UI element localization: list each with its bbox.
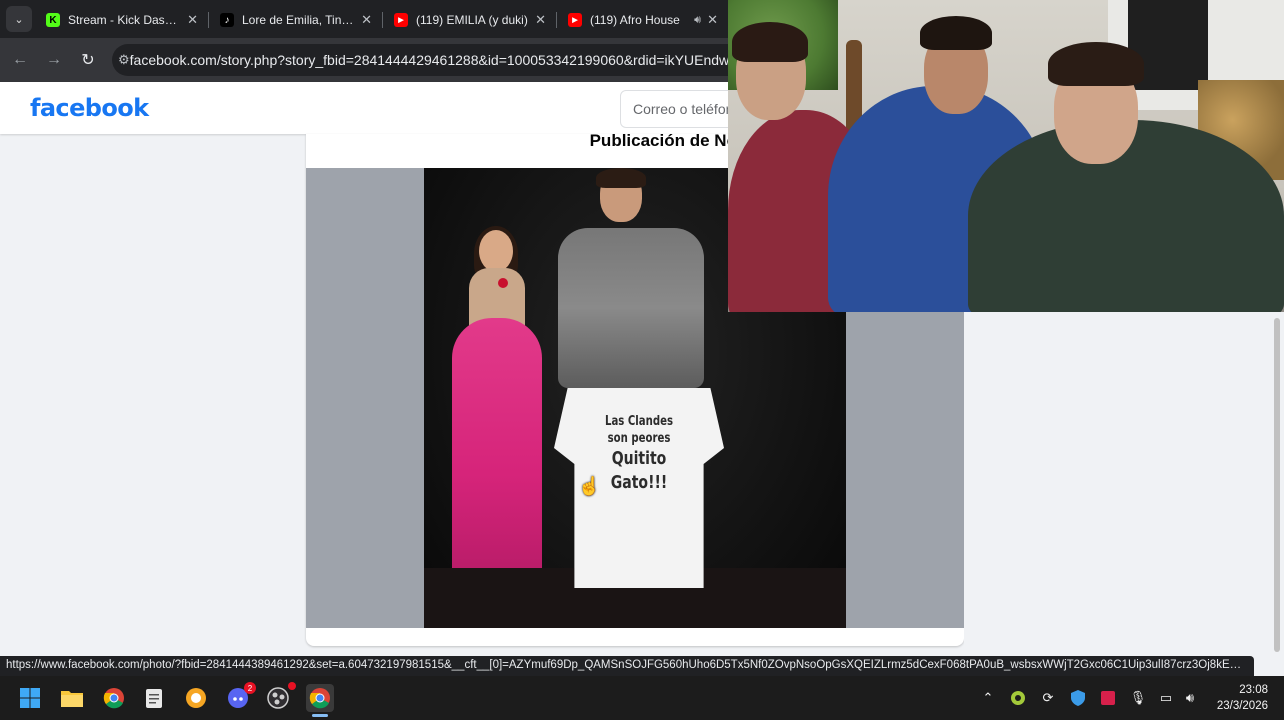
close-tab-icon[interactable]: ✕ [361,12,372,28]
chrome-icon[interactable] [100,684,128,712]
rose-icon [498,278,508,288]
photo-man-jacket [558,228,704,388]
tab-tiktok[interactable]: ♪ Lore de Emilia, Tini y Duki ✕ [212,6,380,34]
discord-icon[interactable]: 2 [224,682,256,712]
chrome-active-icon[interactable] [306,684,334,712]
tab-youtube-afro-house[interactable]: ▶ (119) Afro House 🔊︎ ✕ [560,6,726,34]
windows-start-icon[interactable] [16,684,44,712]
forward-arrow-icon[interactable]: → [40,46,68,74]
active-app-indicator [312,714,328,717]
speaker-icon[interactable]: 🔊︎ [694,14,701,27]
close-tab-icon[interactable]: ✕ [535,12,546,28]
back-arrow-icon[interactable]: ← [6,46,34,74]
hand-cursor-icon: ☝ [578,476,601,496]
system-clock[interactable]: 23:08 23/3/2026 [1217,682,1268,714]
photo-woman-dress [452,318,542,578]
clock-date: 23/3/2026 [1216,700,1268,712]
shirt-text: Las Clandes son peores Quitito Gato!!! [604,414,674,493]
discord-notification-badge: 2 [244,682,256,694]
clock-time: 23:08 [1239,684,1268,696]
scrollbar[interactable] [1270,312,1284,656]
close-tab-icon[interactable]: ✕ [707,12,718,28]
youtube-icon: ▶ [394,13,408,27]
webcam-overlay [728,0,1284,312]
brave-icon[interactable] [182,684,210,712]
network-icon[interactable]: ▭ [1156,688,1176,708]
browser-toolbar: ← → ↻ ⚙ facebook.com/story.php?story_fbi… [0,38,752,82]
windows-taskbar: 2 ⌃ ⟳ 🎙︎ ▭ 🔊︎ 23:08 23/3/2026 [0,676,1284,720]
email-placeholder: Correo o teléfono [633,101,742,117]
youtube-icon: ▶ [568,13,582,27]
sync-icon[interactable]: ⟳ [1038,688,1058,708]
webcam-person-middle-hair [920,16,992,50]
file-explorer-icon[interactable] [58,684,86,712]
tab-search-button[interactable]: ⌄ [6,6,32,32]
facebook-logo[interactable]: facebook [30,94,149,122]
obs-recording-dot [288,682,296,690]
tab-separator [208,12,209,28]
webcam-person-left-hair [732,22,808,62]
obs-icon[interactable] [264,682,296,712]
facebook-header: facebook Correo o teléfono [0,82,780,134]
microphone-icon[interactable]: 🎙︎ [1128,688,1148,708]
url-text: facebook.com/story.php?story_fbid=284144… [129,52,752,68]
notepad-icon[interactable] [140,684,168,712]
tab-separator [556,12,557,28]
security-shield-icon[interactable] [1068,688,1088,708]
scrollbar-thumb[interactable] [1274,318,1280,652]
page-background [964,312,1270,650]
webcam-person-right-hair [1048,42,1144,86]
tab-youtube-emilia[interactable]: ▶ (119) EMILIA (y duki) ✕ [386,6,554,34]
reload-icon[interactable]: ↻ [74,46,102,74]
address-bar[interactable]: ⚙ facebook.com/story.php?story_fbid=2841… [112,44,752,76]
chevron-down-icon: ⌄ [14,13,24,26]
photo-man-hair [596,168,646,188]
volume-icon[interactable]: 🔊︎ [1180,688,1200,708]
kick-icon: K [46,13,60,27]
tab-kick[interactable]: K Stream - Kick Dashboard ✕ [38,6,206,34]
site-settings-icon[interactable]: ⚙ [118,52,130,68]
link-status-bar: https://www.facebook.com/photo/?fbid=284… [0,656,1254,676]
tiktok-icon: ♪ [220,13,234,27]
chevron-up-icon[interactable]: ⌃ [978,688,998,708]
tray-app-green-icon[interactable] [1008,688,1028,708]
photo-woman-face [479,230,513,272]
tab-separator [382,12,383,28]
tray-app-red-icon[interactable] [1098,688,1118,708]
close-tab-icon[interactable]: ✕ [187,12,198,28]
